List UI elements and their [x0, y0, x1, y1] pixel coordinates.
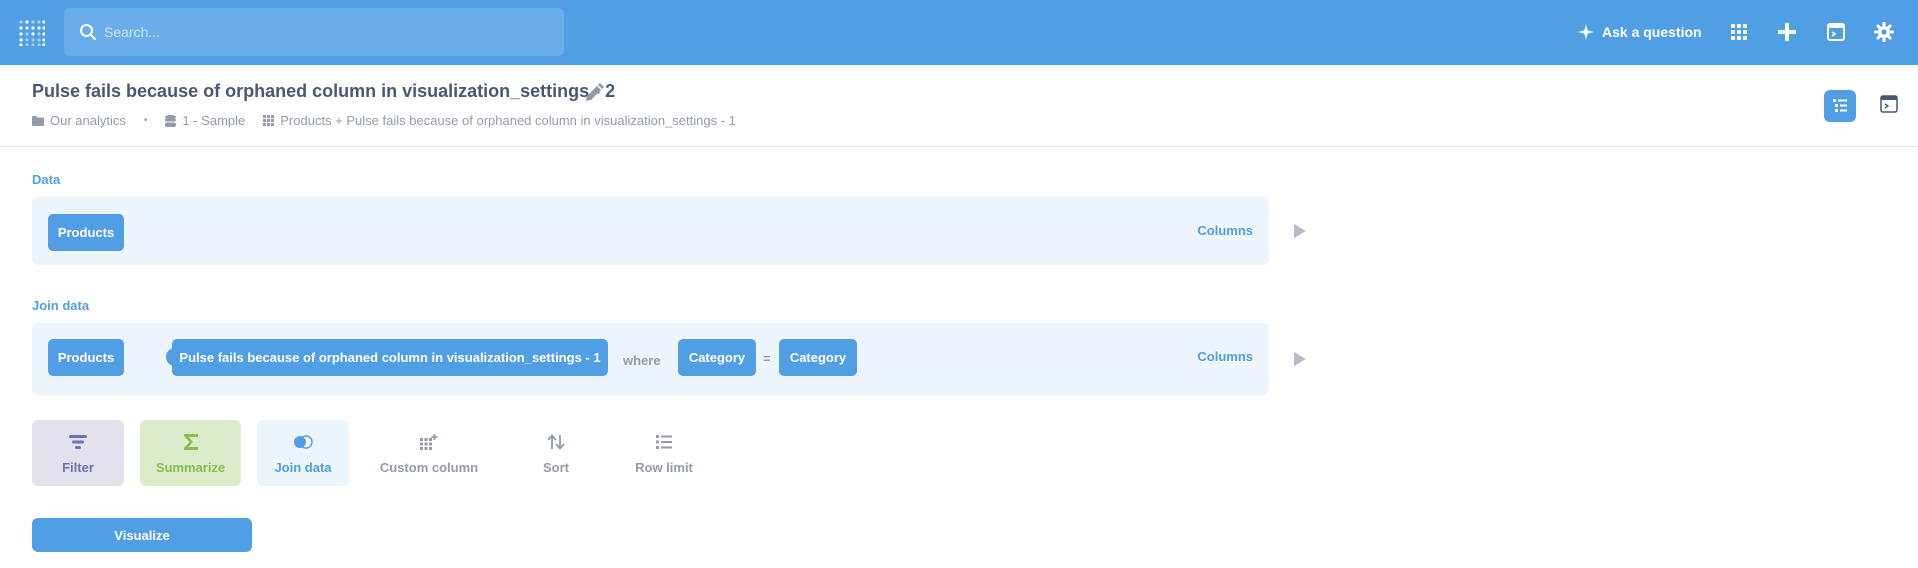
join-data-button[interactable]: Join data [257, 420, 349, 486]
summarize-label: Summarize [155, 459, 226, 475]
sql-icon [1880, 95, 1898, 113]
row-limit-label: Row limit [635, 459, 693, 475]
join-left-column-pill[interactable]: Category [678, 339, 756, 376]
filter-button[interactable]: Filter [32, 420, 124, 486]
breadcrumb-separator: • [143, 115, 148, 126]
filter-icon [68, 432, 88, 452]
breadcrumb-database-label: 1 - Sample [182, 113, 246, 128]
plus-icon [1778, 23, 1796, 41]
custom-column-button[interactable]: Custom column [366, 420, 492, 486]
sql-editor-button[interactable] [1878, 93, 1900, 115]
data-columns-button[interactable]: Columns [1197, 223, 1253, 238]
breadcrumb-database[interactable]: 1 - Sample [165, 113, 245, 128]
row-limit-button[interactable]: Row limit [618, 420, 710, 486]
breadcrumb-collection-label: Our analytics [50, 113, 126, 128]
search-bar[interactable]: Search... [64, 8, 564, 56]
play-icon[interactable] [1293, 351, 1307, 367]
join-right-column-pill[interactable]: Category [779, 339, 857, 376]
join-data-label: Join data [274, 459, 332, 475]
join-where-label: where [623, 353, 661, 368]
join-right-table-pill[interactable]: Pulse fails because of orphaned column i… [172, 339, 608, 376]
top-nav: Search... Ask a question [0, 0, 1918, 65]
join-step: Products Pulse fails because of orphaned… [32, 323, 1269, 395]
custom-column-icon [419, 432, 439, 452]
visualize-button[interactable]: Visualize [32, 518, 252, 552]
terminal-icon [1827, 23, 1845, 41]
breadcrumb: Our analytics • 1 - Sample Products + Pu… [32, 113, 736, 128]
join-left-table-pill: Products [48, 339, 124, 376]
database-icon [165, 114, 177, 127]
grid-icon [1731, 24, 1747, 40]
breadcrumb-table-label: Products + Pulse fails because of orphan… [280, 113, 736, 128]
native-query-button[interactable] [1824, 20, 1848, 44]
filter-label: Filter [62, 459, 94, 475]
breadcrumb-table[interactable]: Products + Pulse fails because of orphan… [263, 113, 736, 128]
browse-data-button[interactable] [1727, 20, 1751, 44]
sparkle-icon [1578, 24, 1594, 40]
folder-icon [32, 115, 44, 126]
table-icon [263, 115, 275, 126]
join-operator[interactable]: = [763, 351, 771, 366]
notebook-editor-button[interactable] [1824, 90, 1856, 122]
join-icon [293, 432, 313, 452]
gear-icon [1874, 22, 1894, 42]
notebook-icon [1833, 99, 1847, 112]
summarize-button[interactable]: Summarize [140, 420, 241, 486]
data-source-pill[interactable]: Products [48, 214, 124, 251]
page-title[interactable]: Pulse fails because of orphaned column i… [32, 81, 615, 102]
play-icon[interactable] [1293, 223, 1307, 239]
sigma-icon [181, 432, 201, 452]
join-columns-button[interactable]: Columns [1197, 349, 1253, 364]
settings-button[interactable] [1872, 20, 1896, 44]
search-input[interactable]: Search... [104, 23, 160, 41]
question-header: Pulse fails because of orphaned column i… [0, 65, 1918, 147]
metabase-logo-icon[interactable] [19, 20, 45, 46]
ask-question-button[interactable]: Ask a question [1578, 21, 1702, 43]
data-step: Products Columns [32, 197, 1269, 265]
sort-icon [546, 432, 566, 452]
breadcrumb-collection[interactable]: Our analytics [32, 113, 126, 128]
pencil-icon[interactable] [583, 82, 605, 104]
search-icon [80, 24, 96, 40]
custom-column-label: Custom column [379, 459, 479, 475]
ask-question-label: Ask a question [1602, 24, 1702, 40]
sort-button[interactable]: Sort [516, 420, 596, 486]
list-icon [654, 432, 674, 452]
sort-label: Sort [543, 459, 569, 475]
new-button[interactable] [1775, 20, 1799, 44]
data-step-label: Data [32, 172, 61, 187]
join-step-label: Join data [32, 298, 90, 313]
